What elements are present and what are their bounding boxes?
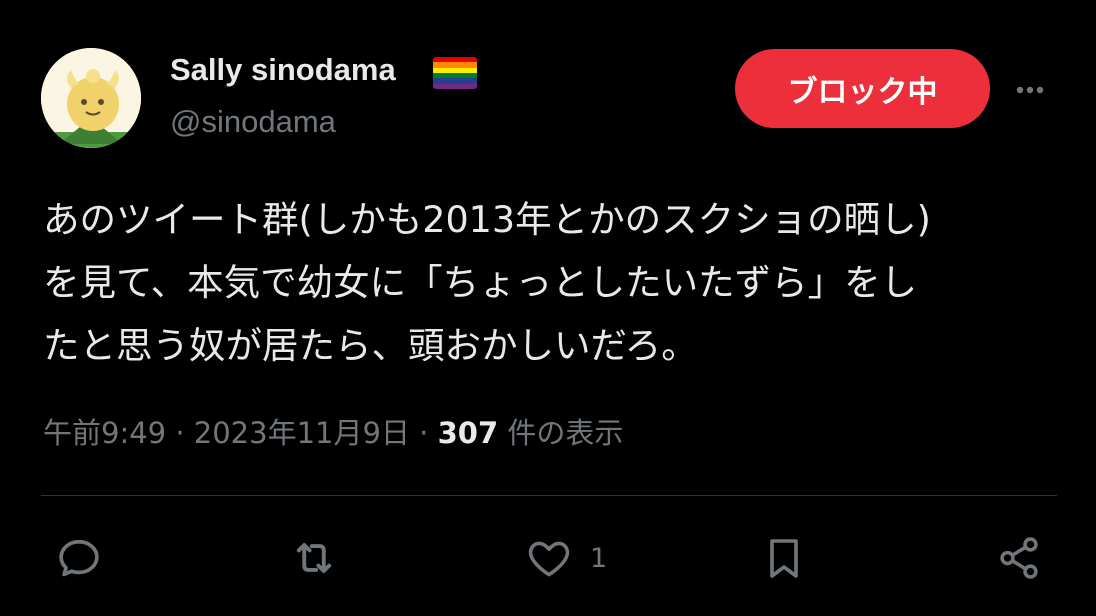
- reply-icon: [59, 539, 99, 577]
- bookmark-button[interactable]: [760, 532, 808, 584]
- like-button[interactable]: 1: [524, 532, 607, 584]
- reply-button[interactable]: [53, 532, 105, 584]
- views-count[interactable]: 307: [438, 416, 499, 450]
- tweet-date[interactable]: 2023年11月9日: [194, 416, 410, 450]
- rainbow-flag-icon: [433, 57, 477, 89]
- mascot-avatar-image: [41, 48, 141, 148]
- flag-stripe: [433, 83, 477, 89]
- meta-separator: ·: [419, 416, 429, 450]
- share-icon: [1000, 537, 1038, 579]
- blocking-button[interactable]: ブロック中: [735, 49, 990, 128]
- share-button[interactable]: [994, 532, 1044, 584]
- tweet-text-line: を見て、本気で幼女に「ちょっとしたいたずら」をし: [43, 261, 918, 304]
- retweet-button[interactable]: [287, 532, 341, 584]
- display-name[interactable]: Sally sinodama: [170, 52, 396, 88]
- avatar[interactable]: [41, 48, 141, 148]
- retweet-icon: [296, 543, 332, 573]
- like-count: 1: [590, 542, 608, 574]
- bookmark-icon: [770, 539, 798, 578]
- tweet-text-line: あのツイート群(しかも2013年とかのスクショの晒し): [43, 198, 931, 241]
- tweet-text: あのツイート群(しかも2013年とかのスクショの晒し) を見て、本気で幼女に「ち…: [43, 188, 1063, 377]
- tweet-text-line: たと思う奴が居たら、頭おかしいだろ。: [43, 324, 698, 367]
- more-horizontal-icon[interactable]: [1010, 78, 1050, 102]
- tweet-time[interactable]: 午前9:49: [43, 416, 166, 450]
- meta-separator: ·: [175, 416, 185, 450]
- views-label[interactable]: 件の表示: [507, 416, 623, 450]
- divider: [41, 495, 1057, 496]
- heart-icon: [528, 541, 570, 577]
- user-handle[interactable]: @sinodama: [170, 104, 336, 140]
- tweet-meta: 午前9:49 · 2023年11月9日 · 307 件の表示: [43, 410, 623, 452]
